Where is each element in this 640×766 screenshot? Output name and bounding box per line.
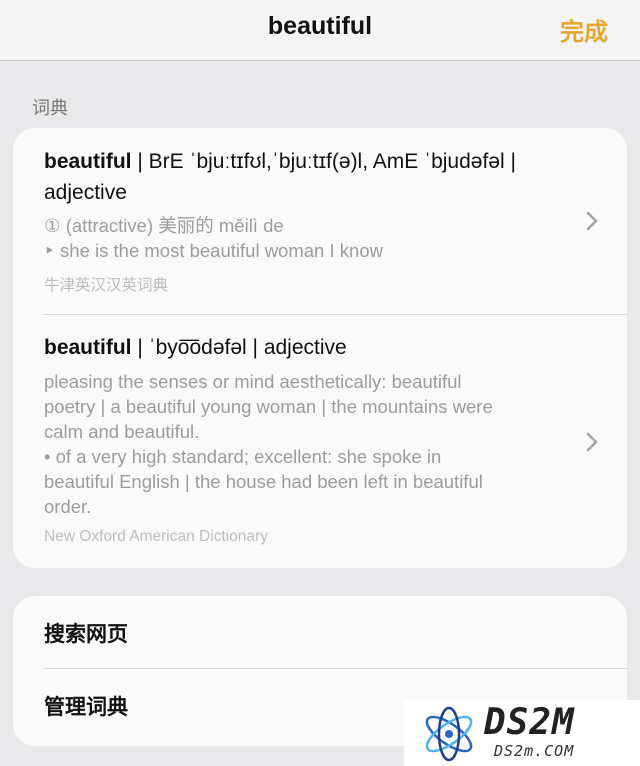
entry-definition-line: calm and beautiful. xyxy=(44,421,200,442)
entry-source: 牛津英汉汉英词典 xyxy=(44,277,169,294)
navigation-bar: beautiful 完成 xyxy=(0,0,640,61)
chevron-right-icon xyxy=(586,432,598,452)
entry-headword: beautiful xyxy=(44,336,132,359)
entry-example-line: ‣ she is the most beautiful woman I know xyxy=(44,240,383,261)
entry-definition-line: poetry | a beautiful young woman | the m… xyxy=(44,396,493,417)
entry-source: New Oxford American Dictionary xyxy=(44,528,268,545)
entry-pronunciation: | ˈbyo͞odəfəl | adjective xyxy=(131,336,347,359)
atom-logo-icon xyxy=(425,706,473,762)
search-web-label: 搜索网页 xyxy=(44,623,128,646)
page-title: beautiful xyxy=(267,12,373,40)
search-web-button[interactable]: 搜索网页 xyxy=(44,596,627,668)
entry-definition-line: • of a very high standard; excellent: sh… xyxy=(44,446,442,467)
dictionary-entry-oxford-chinese[interactable]: beautiful | BrE ˈbjuːtɪfʊl,ˈbjuːtɪf(ə)l,… xyxy=(13,128,627,314)
manage-dictionaries-label: 管理词典 xyxy=(44,696,128,719)
entry-heading: beautiful | ˈbyo͞odəfəl | adjective xyxy=(44,332,574,363)
done-button[interactable]: 完成 xyxy=(560,12,608,47)
watermark: DS2M DS2m.COM xyxy=(404,700,640,766)
watermark-logo-text: DS2M xyxy=(484,702,575,743)
section-header-dictionary: 词典 xyxy=(32,98,68,118)
entry-headword: beautiful xyxy=(44,150,132,173)
entry-heading: beautiful | BrE ˈbjuːtɪfʊl,ˈbjuːtɪf(ə)l,… xyxy=(44,146,574,208)
entry-definition-line: order. xyxy=(44,496,92,517)
dictionary-entry-new-oxford-american[interactable]: beautiful | ˈbyo͞odəfəl | adjective plea… xyxy=(43,314,627,568)
entry-definition-line: pleasing the senses or mind aestheticall… xyxy=(44,371,462,392)
dictionary-card: beautiful | BrE ˈbjuːtɪfʊl,ˈbjuːtɪf(ə)l,… xyxy=(13,128,627,568)
watermark-domain: DS2m.COM xyxy=(494,742,575,760)
chevron-right-icon xyxy=(586,211,598,231)
entry-definition-line: ① (attractive) 美丽的 měilì de xyxy=(44,215,284,236)
entry-definition-line: beautiful English | the house had been l… xyxy=(44,471,483,492)
